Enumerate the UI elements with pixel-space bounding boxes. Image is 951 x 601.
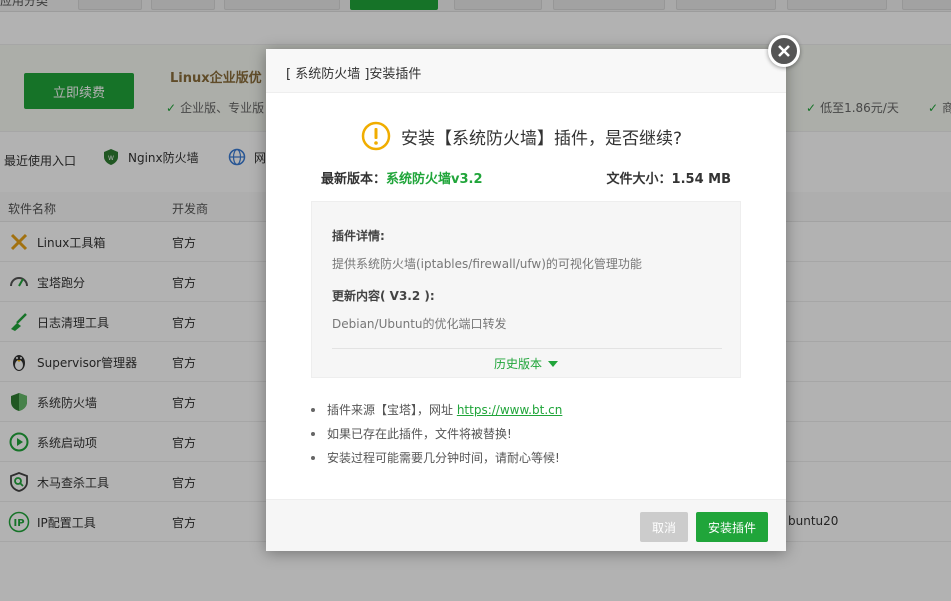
details-label: 插件详情: — [332, 229, 385, 243]
history-versions-toggle[interactable]: 历史版本 — [494, 355, 559, 372]
install-plugin-button[interactable]: 安装插件 — [696, 512, 768, 542]
cancel-button[interactable]: 取消 — [640, 512, 688, 542]
update-label: 更新内容( V3.2 ): — [332, 289, 435, 303]
plugin-details-box: 插件详情: 提供系统防火墙(iptables/firewall/ufw)的可视化… — [311, 201, 741, 378]
list-item: 插件来源【宝塔】，网址 https://www.bt.cn — [311, 401, 562, 425]
update-text: Debian/Ubuntu的优化端口转发 — [332, 317, 507, 331]
bullet-icon — [311, 456, 315, 460]
close-button[interactable] — [768, 35, 800, 67]
dialog-title: [ 系统防火墙 ]安装插件 — [266, 49, 786, 93]
bullet-icon — [311, 432, 315, 436]
bullet-icon — [311, 408, 315, 412]
install-plugin-dialog: [ 系统防火墙 ]安装插件 安装【系统防火墙】插件，是否继续? 最新版本：系统防… — [266, 35, 800, 551]
close-icon — [778, 45, 790, 57]
caret-down-icon — [548, 360, 559, 367]
warning-icon — [361, 121, 391, 151]
dialog-footer: 取消 安装插件 — [266, 499, 786, 551]
source-link[interactable]: https://www.bt.cn — [457, 403, 563, 417]
confirm-question: 安装【系统防火墙】插件，是否继续? — [361, 121, 682, 151]
install-notes: 插件来源【宝塔】，网址 https://www.bt.cn 如果已存在此插件，文… — [311, 401, 562, 473]
latest-version: 最新版本：系统防火墙v3.2 — [321, 172, 483, 187]
list-item: 如果已存在此插件，文件将被替换! — [311, 425, 562, 449]
file-size: 文件大小：1.54 MB — [606, 172, 731, 187]
list-item: 安装过程可能需要几分钟时间，请耐心等候! — [311, 449, 562, 473]
divider — [332, 348, 722, 349]
details-text: 提供系统防火墙(iptables/firewall/ufw)的可视化管理功能 — [332, 257, 642, 271]
